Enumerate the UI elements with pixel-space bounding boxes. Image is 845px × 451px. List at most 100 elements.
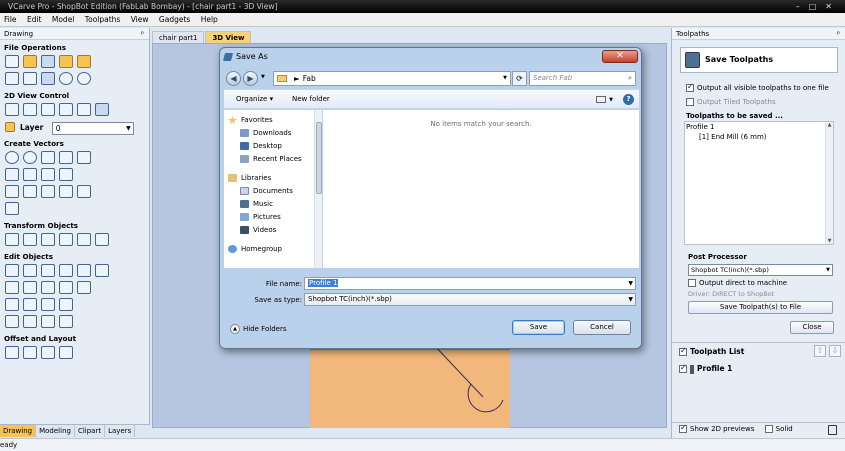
close-window-button[interactable]: ✕ (825, 2, 841, 11)
pan-icon[interactable] (5, 103, 19, 116)
toolpaths-save-list[interactable]: Profile 1 [1] End Mill (6 mm) ▲ ▼ (684, 121, 834, 245)
copy-array-icon[interactable] (23, 346, 37, 359)
save-as-icon[interactable] (59, 55, 73, 68)
ellipse-icon[interactable] (23, 151, 37, 164)
scissors-icon[interactable] (77, 281, 91, 294)
option-direct[interactable]: Output direct to machine (688, 279, 787, 287)
list-item[interactable]: [1] End Mill (6 mm) (685, 132, 833, 142)
toolpath-list-toggle[interactable]: Toolpath List (679, 346, 744, 356)
scroll-down-icon[interactable]: ▼ (826, 238, 833, 244)
zoom-box-icon[interactable] (41, 103, 55, 116)
zoom-selection-icon[interactable] (77, 103, 91, 116)
chevron-forward-icon[interactable] (59, 315, 73, 328)
polygon-icon[interactable] (59, 151, 73, 164)
curve-icon[interactable] (41, 168, 55, 181)
nav-desktop[interactable]: Desktop (228, 140, 302, 153)
smart-select-icon[interactable] (23, 264, 37, 277)
vertex-icon[interactable] (23, 298, 37, 311)
tab-modeling[interactable]: Modeling (36, 425, 75, 437)
export-icon[interactable] (23, 72, 37, 85)
checkbox-toolpath-list[interactable] (679, 346, 687, 356)
move-down-icon[interactable]: ⇩ (829, 345, 841, 357)
chevron-down-icon[interactable]: ▼ (261, 74, 265, 80)
double-chevron-icon[interactable] (41, 315, 55, 328)
offset-icon[interactable] (5, 346, 19, 359)
move-icon[interactable] (5, 233, 19, 246)
open-folder-icon[interactable] (23, 55, 37, 68)
zoom-fit-icon[interactable] (59, 103, 73, 116)
text-icon[interactable] (5, 185, 19, 198)
refresh-icon[interactable]: ⟳ (512, 71, 527, 86)
tab-clipart[interactable]: Clipart (75, 425, 106, 437)
nav-pictures[interactable]: Pictures (228, 211, 302, 224)
show-2d-toggle[interactable]: Show 2D previews (679, 423, 754, 433)
polyline-icon[interactable] (5, 168, 19, 181)
new-folder-button[interactable]: New folder (292, 90, 330, 109)
ungroup-icon[interactable] (59, 264, 73, 277)
checkbox-solid[interactable] (764, 425, 773, 433)
maximize-button[interactable]: □ (809, 2, 826, 11)
menu-toolpaths[interactable]: Toolpaths (81, 13, 125, 27)
scroll-up-icon[interactable]: ▲ (826, 122, 833, 128)
nav-downloads[interactable]: Downloads (228, 127, 302, 140)
hide-folders-toggle[interactable]: ▲ Hide Folders (230, 323, 286, 335)
address-bar[interactable]: ► Fab ▼ (273, 71, 511, 86)
close-vector-icon[interactable] (41, 298, 55, 311)
trim-icon[interactable] (59, 281, 73, 294)
pin-icon[interactable]: ᵖ (837, 28, 840, 40)
nav-favorites[interactable]: Favorites (228, 114, 302, 127)
layout-icon[interactable] (41, 72, 55, 85)
dialog-title-bar[interactable]: Save As ✕ (220, 48, 641, 66)
tab-3d-view[interactable]: 3D View (205, 31, 252, 43)
rotate-icon[interactable] (59, 233, 73, 246)
job-setup-icon[interactable] (5, 72, 19, 85)
circular-array-icon[interactable] (41, 346, 55, 359)
checkbox-tiled[interactable] (686, 98, 694, 106)
file-list[interactable]: No items match your search. (323, 110, 639, 268)
tab-layers[interactable]: Layers (105, 425, 136, 437)
align-icon[interactable] (23, 233, 37, 246)
distort-icon[interactable] (95, 233, 109, 246)
import-icon[interactable] (77, 55, 91, 68)
checkbox-show-2d[interactable] (679, 423, 687, 433)
nav-recent[interactable]: Recent Places (228, 153, 302, 166)
new-file-icon[interactable] (5, 55, 19, 68)
zoom-icon[interactable] (23, 103, 37, 116)
circle-icon[interactable] (5, 151, 19, 164)
dimension-icon[interactable] (59, 185, 73, 198)
scrollbar-thumb[interactable] (316, 122, 322, 194)
minimize-button[interactable]: – (796, 2, 809, 11)
cancel-button[interactable]: Cancel (573, 320, 631, 335)
toolpath-item[interactable]: Profile 1 (679, 363, 732, 374)
star-icon[interactable] (77, 151, 91, 164)
menu-file[interactable]: File (0, 13, 21, 27)
file-name-input[interactable]: Profile 1 ▼ (304, 277, 636, 290)
save-icon[interactable] (41, 55, 55, 68)
view-toggle-icon[interactable] (95, 103, 109, 116)
arc-icon[interactable] (23, 168, 37, 181)
view-options-button[interactable]: ▼ (596, 90, 613, 110)
scale-icon[interactable] (41, 233, 55, 246)
pin-icon[interactable]: ᵖ (141, 28, 144, 40)
checkbox-direct[interactable] (688, 279, 696, 287)
fillet-icon[interactable] (5, 202, 19, 215)
arrow-right-icon[interactable] (59, 298, 73, 311)
save-type-select[interactable]: Shopbot TC(inch)(*.sbp) ▼ (304, 293, 636, 306)
nav-homegroup[interactable]: Homegroup (228, 243, 302, 256)
knife-icon[interactable] (95, 264, 109, 277)
option-tiled[interactable]: Output Tiled Toolpaths (686, 98, 776, 106)
checkbox-all-visible[interactable] (686, 82, 694, 92)
rectangle-icon[interactable] (41, 151, 55, 164)
subtract-icon[interactable] (23, 281, 37, 294)
nav-videos[interactable]: Videos (228, 224, 302, 237)
intersect-icon[interactable] (41, 281, 55, 294)
tab-chair-part1[interactable]: chair part1 (152, 31, 205, 43)
nav-libraries[interactable]: Libraries (228, 172, 302, 185)
group-icon[interactable] (41, 264, 55, 277)
help-icon[interactable]: ? (623, 94, 634, 105)
nesting-icon[interactable] (59, 346, 73, 359)
extend-icon[interactable] (5, 298, 19, 311)
menu-help[interactable]: Help (197, 13, 222, 27)
menu-model[interactable]: Model (48, 13, 79, 27)
text-on-curve-icon[interactable] (23, 185, 37, 198)
